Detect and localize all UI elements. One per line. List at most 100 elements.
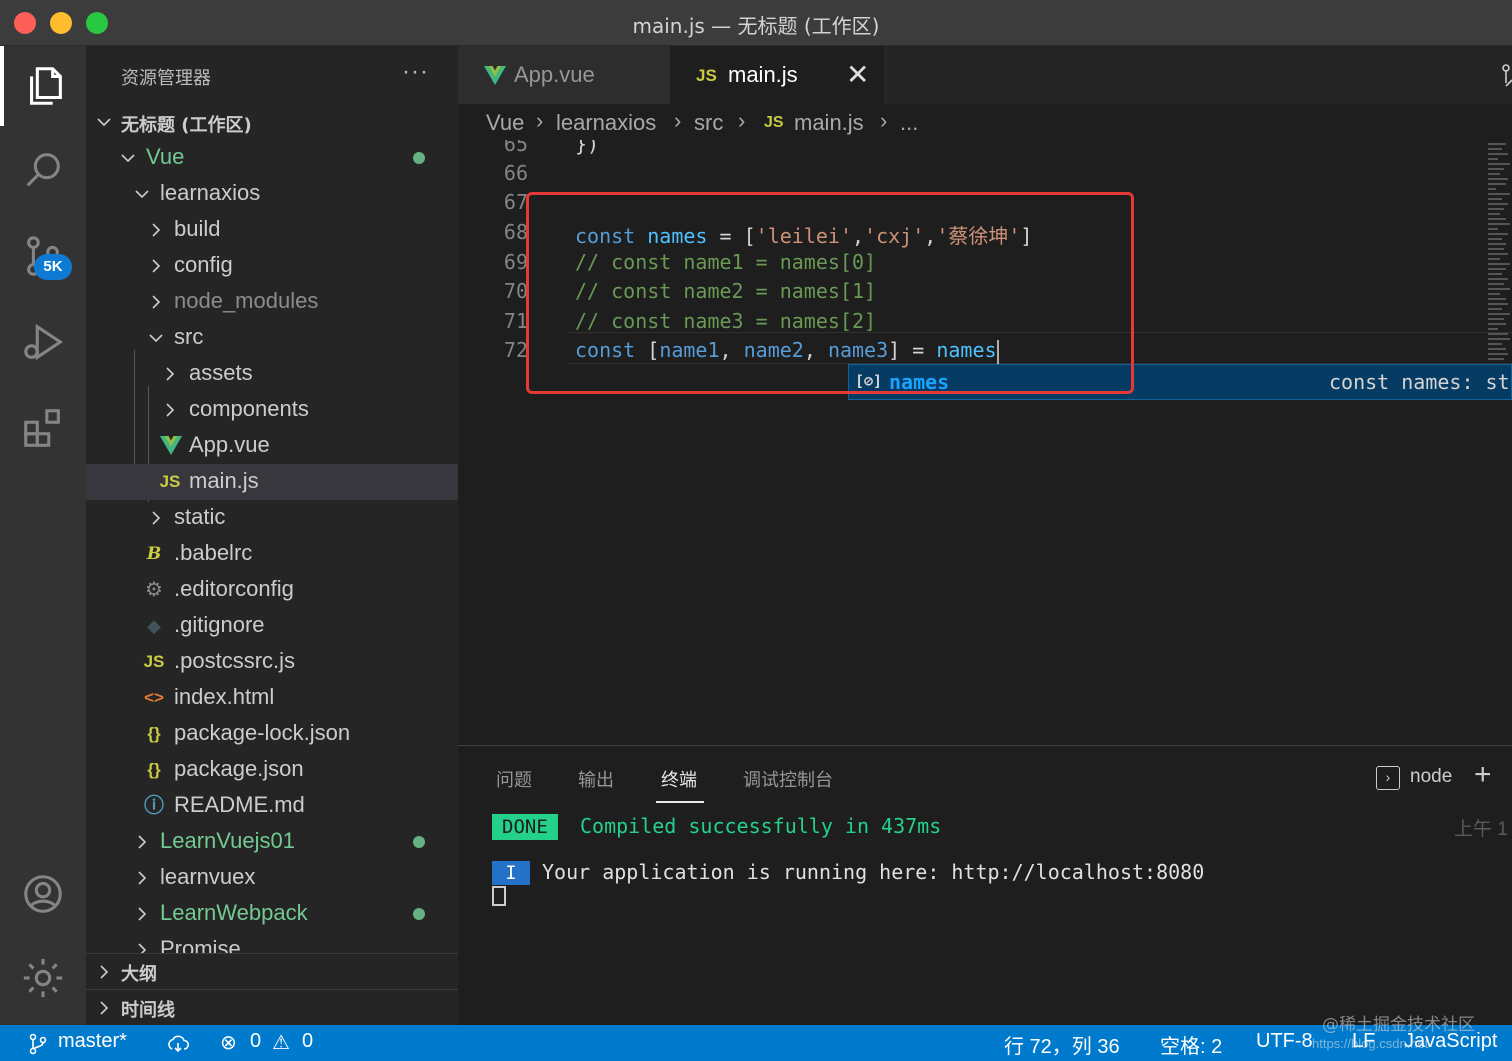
terminal-time: 上午 1 bbox=[1454, 819, 1508, 840]
tree-item-label: LearnVuejs01 bbox=[160, 828, 295, 853]
info-icon: ⓘ bbox=[144, 795, 164, 817]
breadcrumb: Vue › learnaxios › src › JS main.js › ..… bbox=[458, 104, 1512, 140]
terminal-cursor bbox=[492, 886, 506, 906]
more-actions-button[interactable]: ··· bbox=[402, 58, 429, 86]
tree-item-editorconfig[interactable]: ⚙ .editorconfig bbox=[86, 572, 458, 608]
tree-item-learnvuex[interactable]: learnvuex bbox=[86, 860, 458, 896]
tree-item-promise[interactable]: Promise bbox=[86, 932, 458, 953]
modified-dot bbox=[413, 908, 425, 920]
workspace-root[interactable]: 无标题 (工作区) bbox=[86, 104, 458, 140]
run-debug-button[interactable] bbox=[0, 302, 86, 382]
minimap[interactable] bbox=[1488, 140, 1512, 360]
tab-output[interactable]: 输出 bbox=[578, 766, 614, 792]
sync-icon[interactable] bbox=[166, 1034, 190, 1054]
tree-item-src[interactable]: src bbox=[86, 320, 458, 356]
cursor-position[interactable]: 行 72，列 36 bbox=[1004, 1030, 1120, 1059]
tree-item-assets[interactable]: assets bbox=[86, 356, 458, 392]
tree-item-gitignore[interactable]: ◆ .gitignore bbox=[86, 608, 458, 644]
tree-item-main-js[interactable]: JS main.js bbox=[86, 464, 458, 500]
line-number: 71 bbox=[503, 309, 528, 333]
title-bar: main.js — 无标题 (工作区) bbox=[0, 0, 1512, 46]
tree-item-components[interactable]: components bbox=[86, 392, 458, 428]
tree-item-postcssrc[interactable]: JS .postcssrc.js bbox=[86, 644, 458, 680]
tree-item-package-lock[interactable]: {} package-lock.json bbox=[86, 716, 458, 752]
outline-section[interactable]: 大纲 bbox=[86, 953, 458, 989]
new-terminal-button[interactable]: + bbox=[1474, 758, 1492, 792]
tab-debug-console[interactable]: 调试控制台 bbox=[743, 766, 833, 792]
tree-item-vue[interactable]: Vue bbox=[86, 140, 458, 176]
close-tab-button[interactable]: ✕ bbox=[846, 58, 869, 91]
tab-label: main.js bbox=[728, 62, 798, 87]
gear-icon: ⚙ bbox=[145, 579, 163, 601]
search-button[interactable] bbox=[0, 130, 86, 210]
js-icon: JS bbox=[159, 472, 181, 491]
tree-item-learnaxios[interactable]: learnaxios bbox=[86, 176, 458, 212]
chevron-right-icon bbox=[138, 943, 147, 953]
chevron-right-icon: › bbox=[674, 108, 682, 133]
compare-changes-icon[interactable] bbox=[1496, 60, 1512, 90]
tree-item-node-modules[interactable]: node_modules bbox=[86, 284, 458, 320]
modified-dot bbox=[413, 152, 425, 164]
tree-item-static[interactable]: static bbox=[86, 500, 458, 536]
settings-button[interactable] bbox=[0, 938, 86, 1018]
timeline-section[interactable]: 时间线 bbox=[86, 989, 458, 1025]
indentation[interactable]: 空格: 2 bbox=[1160, 1030, 1222, 1059]
chevron-right-icon bbox=[152, 259, 161, 273]
breadcrumb-item[interactable]: src bbox=[694, 110, 723, 136]
error-count[interactable]: 0 bbox=[250, 1030, 261, 1053]
breadcrumb-item[interactable]: learnaxios bbox=[556, 110, 656, 136]
tree-item-config[interactable]: config bbox=[86, 248, 458, 284]
js-icon: JS bbox=[696, 66, 717, 85]
encoding[interactable]: UTF-8 bbox=[1256, 1030, 1313, 1053]
tree-item-babelrc[interactable]: B .babelrc bbox=[86, 536, 458, 572]
terminal-selector[interactable]: node bbox=[1410, 766, 1452, 788]
chevron-right-icon bbox=[166, 403, 175, 417]
explorer-button[interactable] bbox=[0, 46, 86, 126]
chevron-right-icon: › bbox=[738, 108, 746, 133]
tab-app-vue[interactable]: App.vue bbox=[458, 46, 670, 104]
code-editor[interactable]: 65 }) 66 67 68 69 70 71 72 const names =… bbox=[458, 140, 1512, 745]
breadcrumb-item[interactable]: Vue bbox=[486, 110, 524, 136]
tree-item-app-vue[interactable]: App.vue bbox=[86, 428, 458, 464]
tree-item-learnwebpack[interactable]: LearnWebpack bbox=[86, 896, 458, 932]
warning-count[interactable]: 0 bbox=[302, 1030, 313, 1053]
chevron-right-icon bbox=[152, 223, 161, 237]
tab-terminal[interactable]: 终端 bbox=[661, 766, 697, 792]
line-number: 70 bbox=[503, 279, 528, 303]
settings-gear-icon bbox=[23, 958, 63, 998]
tab-main-js[interactable]: JS main.js ✕ bbox=[670, 46, 884, 104]
workspace-label: 无标题 (工作区) bbox=[121, 115, 252, 136]
breadcrumb-item[interactable]: ... bbox=[900, 110, 918, 136]
tree-item-label: Vue bbox=[146, 144, 185, 169]
run-debug-icon bbox=[24, 323, 64, 361]
active-tab-indicator bbox=[656, 801, 704, 803]
tab-problems[interactable]: 问题 bbox=[496, 766, 532, 792]
js-icon: JS bbox=[143, 652, 165, 671]
tree-item-index-html[interactable]: <> index.html bbox=[86, 680, 458, 716]
source-control-badge: 5K bbox=[34, 254, 72, 280]
chevron-right-icon bbox=[138, 835, 147, 849]
breadcrumb-item[interactable]: main.js bbox=[794, 110, 864, 136]
watermark-url: https://blog.csdn.net bbox=[1312, 1036, 1429, 1051]
tree-item-learnvuejs01[interactable]: LearnVuejs01 bbox=[86, 824, 458, 860]
tree-item-readme[interactable]: ⓘ README.md bbox=[86, 788, 458, 824]
explorer-title: 资源管理器 bbox=[121, 68, 211, 89]
chevron-down-icon bbox=[149, 334, 163, 343]
account-button[interactable] bbox=[0, 854, 86, 934]
chevron-down-icon bbox=[97, 118, 111, 127]
tree-item-label: LearnWebpack bbox=[160, 900, 308, 925]
tree-item-label: assets bbox=[189, 360, 253, 385]
tree-item-label: package.json bbox=[174, 756, 304, 781]
chevron-down-icon bbox=[121, 154, 135, 163]
branch-button[interactable]: master* bbox=[58, 1030, 127, 1053]
extensions-button[interactable] bbox=[0, 388, 86, 468]
js-icon: JS bbox=[764, 114, 784, 131]
tree-item-build[interactable]: build bbox=[86, 212, 458, 248]
vue-icon bbox=[160, 436, 182, 455]
vue-icon bbox=[484, 66, 506, 85]
annotation-highlight-box bbox=[526, 192, 1134, 394]
tree-item-label: .postcssrc.js bbox=[174, 648, 296, 673]
tree-item-package-json[interactable]: {} package.json bbox=[86, 752, 458, 788]
chevron-right-icon bbox=[100, 1001, 109, 1015]
chevron-right-icon: › bbox=[880, 108, 888, 133]
